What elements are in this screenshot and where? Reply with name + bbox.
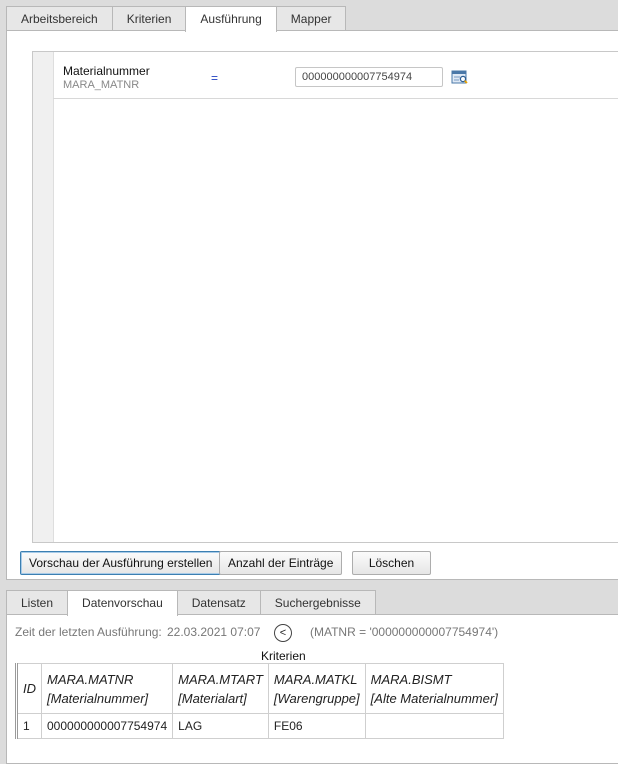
column-header-matkl[interactable]: MARA.MATKL [Warengruppe] (267, 663, 366, 714)
chevron-left-icon[interactable]: < (274, 624, 292, 642)
data-preview-panel: Zeit der letzten Ausführung: 22.03.2021 … (6, 614, 618, 764)
column-header-matnr[interactable]: MARA.MATNR [Materialnummer] (40, 663, 174, 714)
column-header-bismt[interactable]: MARA.BISMT [Alte Materialnummer] (364, 663, 504, 714)
preview-table: ID MARA.MATNR [Materialnummer] MARA.MTAR… (15, 663, 504, 739)
cell-bismt (364, 713, 504, 739)
tab-suchergebnisse[interactable]: Suchergebnisse (259, 590, 376, 614)
criterion-row: Materialnummer MARA_MATNR = (53, 52, 618, 99)
criterion-value-input[interactable] (295, 67, 443, 87)
criterion-operator[interactable]: = (211, 71, 218, 85)
delete-button[interactable]: Löschen (352, 551, 431, 575)
column-header-description: [Warengruppe] (273, 690, 360, 706)
tab-ausfuehrung[interactable]: Ausführung (185, 6, 277, 32)
tab-arbeitsbereich[interactable]: Arbeitsbereich (6, 6, 113, 30)
count-entries-button[interactable]: Anzahl der Einträge (219, 551, 343, 575)
tab-kriterien[interactable]: Kriterien (111, 6, 187, 30)
column-header-description: [Materialnummer] (47, 690, 149, 706)
column-header-title: MARA.MATNR (47, 671, 134, 687)
cell-matnr: 000000000007754974 (40, 713, 174, 739)
tab-mapper[interactable]: Mapper (275, 6, 347, 30)
criteria-caption: Kriterien (261, 649, 306, 663)
column-header-title: MARA.MTART (178, 671, 263, 687)
column-header-description: [Materialart] (178, 690, 247, 706)
criteria-expression: (MATNR = '000000000007754974') (310, 625, 499, 639)
table-row[interactable]: 1 000000000007754974 LAG FE06 (16, 713, 504, 739)
value-help-icon[interactable] (451, 68, 469, 86)
table-header-row: ID MARA.MATNR [Materialnummer] MARA.MTAR… (16, 663, 504, 714)
column-header-id[interactable]: ID (16, 663, 42, 714)
column-header-title: MARA.MATKL (273, 671, 358, 687)
cell-matkl: FE06 (267, 713, 366, 739)
column-header-mtart[interactable]: MARA.MTART [Materialart] (172, 663, 269, 714)
tab-datenvorschau[interactable]: Datenvorschau (67, 590, 178, 616)
column-header-title: ID (23, 681, 36, 696)
tab-listen[interactable]: Listen (6, 590, 69, 614)
column-header-description: [Alte Materialnummer] (370, 690, 498, 706)
last-execution-label: Zeit der letzten Ausführung: (15, 625, 162, 639)
top-tab-bar: Arbeitsbereich Kriterien Ausführung Mapp… (6, 6, 347, 32)
cell-id: 1 (16, 713, 42, 739)
cell-mtart: LAG (172, 713, 269, 739)
criterion-technical-name: MARA_MATNR (63, 79, 140, 91)
bottom-tab-bar: Listen Datenvorschau Datensatz Suchergeb… (6, 590, 376, 616)
create-preview-button[interactable]: Vorschau der Ausführung erstellen (20, 551, 222, 575)
last-execution-time: 22.03.2021 07:07 (167, 625, 261, 639)
tab-datensatz[interactable]: Datensatz (176, 590, 261, 614)
execution-panel: Materialnummer MARA_MATNR = (6, 30, 618, 580)
column-header-title: MARA.BISMT (370, 671, 452, 687)
criteria-gutter (33, 52, 54, 542)
criterion-name: Materialnummer (63, 64, 150, 78)
criteria-list: Materialnummer MARA_MATNR = (32, 51, 618, 543)
